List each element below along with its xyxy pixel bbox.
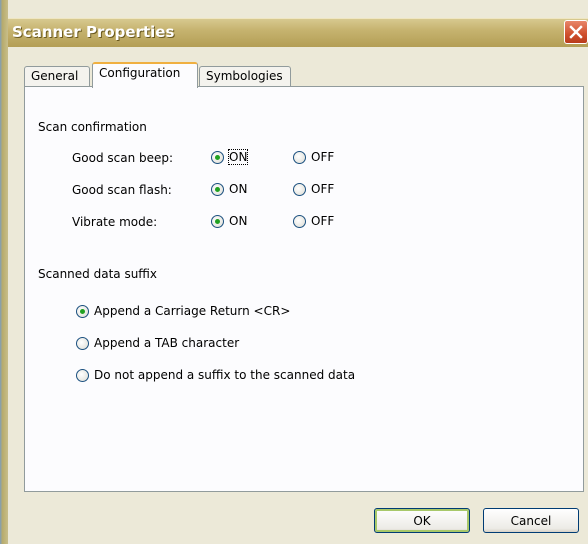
suffix-tab-radio[interactable]: Append a TAB character <box>76 336 239 350</box>
window-frame <box>0 0 8 544</box>
vibrate-mode-label: Vibrate mode: <box>72 215 158 229</box>
radio-circle <box>76 336 89 350</box>
title-bar[interactable]: Scanner Properties <box>8 18 588 47</box>
good-scan-beep-off-label: OFF <box>311 150 335 164</box>
radio-circle <box>293 182 306 196</box>
good-scan-flash-off-radio[interactable]: OFF <box>293 182 334 196</box>
tab-general[interactable]: General <box>24 66 90 86</box>
vibrate-mode-on-radio[interactable]: ON <box>211 214 247 228</box>
radio-circle <box>293 214 306 228</box>
good-scan-beep-on-radio[interactable]: ON <box>211 149 249 165</box>
radio-circle-checked <box>211 182 224 196</box>
suffix-none-radio[interactable]: Do not append a suffix to the scanned da… <box>76 368 355 382</box>
radio-circle-checked <box>211 150 224 164</box>
suffix-cr-label: Append a Carriage Return <CR> <box>94 304 291 318</box>
vibrate-mode-on-label: ON <box>229 214 248 228</box>
close-icon <box>569 25 583 39</box>
radio-circle <box>76 368 89 382</box>
radio-circle-checked <box>211 214 224 228</box>
good-scan-flash-label: Good scan flash: <box>72 183 172 197</box>
good-scan-flash-off-label: OFF <box>311 182 335 196</box>
tab-configuration[interactable]: Configuration <box>92 62 198 88</box>
vibrate-mode-off-radio[interactable]: OFF <box>293 214 334 228</box>
radio-circle <box>293 150 306 164</box>
good-scan-beep-off-radio[interactable]: OFF <box>293 150 334 164</box>
window-title: Scanner Properties <box>12 23 175 41</box>
close-button[interactable] <box>564 20 588 44</box>
radio-circle-checked <box>76 304 89 318</box>
vibrate-mode-off-label: OFF <box>311 214 335 228</box>
good-scan-flash-on-label: ON <box>229 182 248 196</box>
scanned-data-suffix-heading: Scanned data suffix <box>38 267 157 281</box>
scan-confirmation-heading: Scan confirmation <box>38 120 147 134</box>
good-scan-beep-on-label: ON <box>227 149 249 165</box>
good-scan-beep-label: Good scan beep: <box>72 151 174 165</box>
good-scan-flash-on-radio[interactable]: ON <box>211 182 247 196</box>
cancel-button[interactable]: Cancel <box>483 508 579 533</box>
suffix-none-label: Do not append a suffix to the scanned da… <box>94 368 356 382</box>
tab-symbologies[interactable]: Symbologies <box>199 66 291 86</box>
suffix-cr-radio[interactable]: Append a Carriage Return <CR> <box>76 304 290 318</box>
scanner-properties-dialog: Scanner Properties General Configuration… <box>0 0 588 544</box>
configuration-panel: Scan confirmation Good scan beep: ON OFF… <box>24 86 584 492</box>
ok-button[interactable]: OK <box>374 508 470 533</box>
suffix-tab-label: Append a TAB character <box>94 336 240 350</box>
